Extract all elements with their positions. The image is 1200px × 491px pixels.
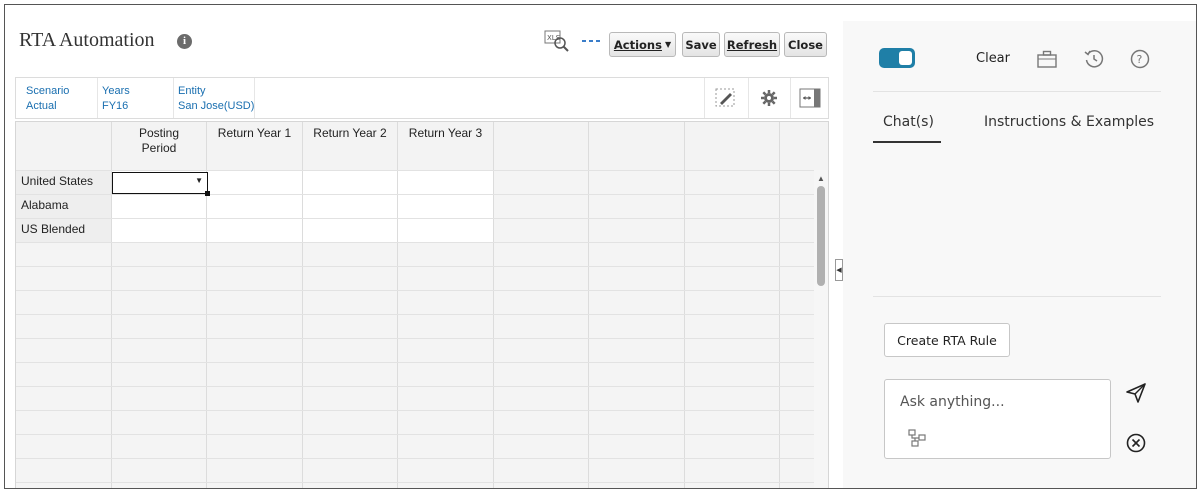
column-header: Posting Period bbox=[138, 126, 180, 155]
search-xls-icon[interactable]: XLS bbox=[544, 30, 570, 52]
fill-handle[interactable] bbox=[205, 191, 210, 196]
empty-rows-area bbox=[16, 242, 816, 488]
app-window: RTA Automation i XLS Actions ▼ Save Refr… bbox=[4, 4, 1197, 489]
grid-line bbox=[16, 314, 828, 315]
pov-bar: Scenario Actual Years FY16 Entity San Jo… bbox=[15, 77, 829, 119]
pov-years[interactable]: Years FY16 bbox=[102, 84, 130, 114]
actions-button-label: Actions bbox=[613, 37, 662, 52]
gear-icon[interactable] bbox=[751, 82, 787, 114]
divider bbox=[748, 78, 749, 118]
refresh-button-label: Refresh bbox=[726, 37, 778, 52]
toggle-knob bbox=[899, 51, 912, 65]
edit-icon[interactable] bbox=[708, 82, 744, 114]
pov-dimension-label: Years bbox=[102, 85, 130, 97]
row-header: United States bbox=[21, 174, 94, 188]
grid-line bbox=[16, 218, 828, 219]
ask-input-box[interactable] bbox=[884, 379, 1111, 459]
page-title: RTA Automation bbox=[19, 29, 155, 51]
attach-icon[interactable] bbox=[907, 428, 929, 448]
scroll-up-icon[interactable]: ▲ bbox=[817, 174, 825, 183]
more-dots-icon[interactable] bbox=[582, 38, 600, 44]
chevron-down-icon: ▼ bbox=[664, 40, 672, 49]
pov-dimension-label: Scenario bbox=[26, 85, 70, 97]
cancel-icon[interactable] bbox=[1125, 432, 1147, 454]
grid-line bbox=[16, 242, 828, 243]
row-header: US Blended bbox=[21, 222, 86, 236]
vertical-scrollbar[interactable]: ▲ bbox=[814, 170, 828, 488]
pov-member-label: Actual bbox=[26, 100, 57, 112]
refresh-button[interactable]: Refresh bbox=[724, 32, 780, 57]
divider bbox=[97, 78, 98, 118]
active-tab-indicator bbox=[873, 141, 941, 143]
pov-scenario[interactable]: Scenario Actual bbox=[26, 84, 69, 114]
save-button[interactable]: Save bbox=[682, 32, 720, 57]
data-grid: Posting Period Return Year 1 Return Year… bbox=[15, 121, 829, 488]
history-icon[interactable] bbox=[1083, 48, 1105, 70]
scrollbar-thumb[interactable] bbox=[817, 186, 825, 286]
pov-entity[interactable]: Entity San Jose(USD) bbox=[178, 84, 254, 114]
expand-icon[interactable] bbox=[792, 82, 828, 114]
pov-dimension-label: Entity bbox=[178, 85, 206, 97]
grid-line bbox=[16, 458, 828, 459]
divider bbox=[704, 78, 705, 118]
tab-instructions-examples[interactable]: Instructions & Examples bbox=[984, 114, 1154, 130]
divider bbox=[254, 78, 255, 118]
clear-button[interactable]: Clear bbox=[976, 51, 1010, 66]
chevron-down-icon: ▼ bbox=[195, 176, 203, 185]
info-icon[interactable]: i bbox=[177, 34, 192, 49]
divider bbox=[790, 78, 791, 118]
pov-member-label: San Jose(USD) bbox=[178, 100, 255, 112]
assistant-panel: Clear ? Chat(s) Instructions & Examples … bbox=[843, 21, 1196, 488]
close-button[interactable]: Close bbox=[784, 32, 827, 57]
save-button-label: Save bbox=[685, 37, 717, 52]
grid-line bbox=[16, 266, 828, 267]
briefcase-icon[interactable] bbox=[1036, 48, 1058, 70]
row-header: Alabama bbox=[21, 198, 69, 212]
grid-line bbox=[16, 434, 828, 435]
grid-line bbox=[16, 338, 828, 339]
close-button-label: Close bbox=[788, 37, 823, 52]
grid-line bbox=[16, 386, 828, 387]
tab-chats[interactable]: Chat(s) bbox=[883, 114, 934, 130]
actions-button[interactable]: Actions ▼ bbox=[609, 32, 676, 57]
assistant-toggle[interactable] bbox=[879, 48, 915, 68]
grid-line bbox=[16, 290, 828, 291]
column-header: Return Year 2 bbox=[313, 126, 387, 140]
create-rta-rule-button[interactable]: Create RTA Rule bbox=[884, 323, 1010, 357]
grid-line bbox=[16, 482, 828, 483]
divider bbox=[173, 78, 174, 118]
collapse-panel-handle[interactable]: ◀ bbox=[835, 259, 843, 281]
send-icon[interactable] bbox=[1125, 382, 1147, 404]
divider bbox=[873, 296, 1161, 297]
form-panel: RTA Automation i XLS Actions ▼ Save Refr… bbox=[5, 5, 841, 488]
ask-input[interactable] bbox=[900, 390, 1100, 414]
pov-member-label: FY16 bbox=[102, 100, 129, 112]
column-header: Return Year 3 bbox=[408, 126, 483, 140]
posting-period-dropdown[interactable]: ▼ bbox=[112, 172, 210, 196]
empty-cells-area bbox=[493, 170, 816, 242]
grid-line bbox=[16, 362, 828, 363]
column-header: Return Year 1 bbox=[217, 126, 292, 140]
grid-line bbox=[16, 170, 828, 171]
grid-line bbox=[16, 410, 828, 411]
svg-text:?: ? bbox=[1137, 53, 1143, 66]
grid-line bbox=[16, 194, 828, 195]
help-icon[interactable]: ? bbox=[1129, 48, 1151, 70]
divider bbox=[873, 91, 1161, 92]
create-rta-rule-label: Create RTA Rule bbox=[897, 332, 997, 348]
